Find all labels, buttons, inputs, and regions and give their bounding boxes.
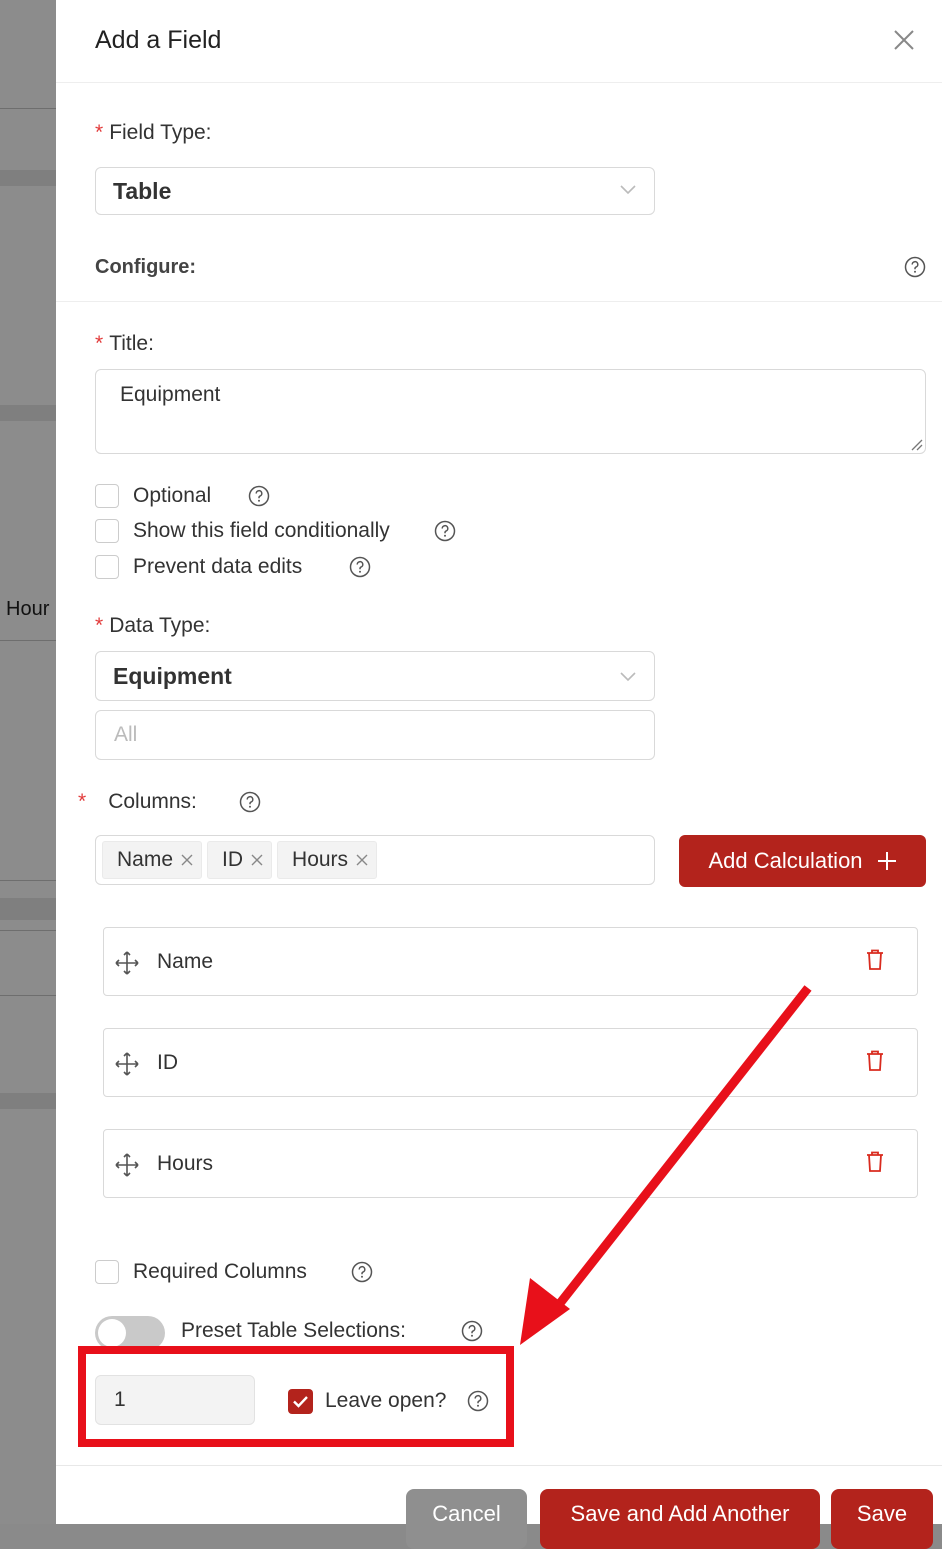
background-column-header: Hour xyxy=(6,598,50,620)
columns-label: * Columns: xyxy=(78,790,197,813)
show-conditionally-checkbox[interactable] xyxy=(95,519,119,543)
preset-table-selections-label: Preset Table Selections: xyxy=(181,1319,406,1342)
remove-tag-icon[interactable] xyxy=(181,854,193,866)
title-label: * Title: xyxy=(95,332,154,355)
drawer-title: Add a Field xyxy=(95,26,222,54)
save-button[interactable]: Save xyxy=(831,1489,933,1549)
background-block xyxy=(0,1093,56,1109)
add-calculation-label: Add Calculation xyxy=(708,848,863,873)
required-marker: * xyxy=(95,121,104,144)
drawer-header: Add a Field xyxy=(56,0,942,83)
column-tag-label: Hours xyxy=(292,848,349,871)
annotation-arrow-icon xyxy=(520,985,812,1345)
background-divider xyxy=(0,108,56,109)
show-conditionally-label: Show this field conditionally xyxy=(133,519,390,542)
close-icon[interactable] xyxy=(892,28,916,52)
column-tag: Name xyxy=(102,841,203,879)
required-marker: * xyxy=(78,790,87,813)
background-block xyxy=(0,170,56,186)
add-calculation-button[interactable]: Add Calculation xyxy=(679,835,926,887)
move-handle-icon[interactable] xyxy=(114,950,140,976)
prevent-edits-checkbox[interactable] xyxy=(95,555,119,579)
annotation-highlight-box xyxy=(78,1346,514,1447)
column-item-label: Name xyxy=(157,950,214,973)
background-divider xyxy=(0,640,56,641)
required-columns-label: Required Columns xyxy=(133,1260,307,1283)
trash-icon[interactable] xyxy=(864,1150,886,1174)
optional-label: Optional xyxy=(133,484,212,507)
title-value: Equipment xyxy=(120,383,221,406)
field-type-select[interactable]: Table xyxy=(95,167,655,215)
column-tag-label: Name xyxy=(117,848,174,871)
background-divider xyxy=(0,930,56,931)
chevron-down-icon xyxy=(620,185,636,195)
help-icon[interactable] xyxy=(461,1320,483,1342)
remove-tag-icon[interactable] xyxy=(251,854,263,866)
save-and-add-another-button[interactable]: Save and Add Another xyxy=(540,1489,820,1549)
background-block xyxy=(0,898,56,920)
column-item-label: ID xyxy=(157,1051,178,1074)
columns-multiselect[interactable]: Name ID Hours xyxy=(95,835,655,885)
required-marker: * xyxy=(95,614,104,637)
data-type-filter-input[interactable] xyxy=(96,711,654,759)
required-columns-row: Required Columns xyxy=(95,1259,307,1285)
column-tag: ID xyxy=(207,841,273,879)
background-divider xyxy=(0,880,56,881)
background-block xyxy=(0,405,56,421)
help-icon[interactable] xyxy=(239,791,261,813)
cancel-button[interactable]: Cancel xyxy=(406,1489,527,1549)
preset-table-selections-toggle[interactable] xyxy=(95,1316,165,1350)
help-icon[interactable] xyxy=(351,1261,373,1283)
prevent-edits-row: Prevent data edits xyxy=(95,554,302,580)
optional-row: Optional xyxy=(95,483,211,509)
footer-divider xyxy=(56,1465,942,1466)
column-tag: Hours xyxy=(277,841,378,879)
help-icon[interactable] xyxy=(434,520,456,542)
remove-tag-icon[interactable] xyxy=(356,854,368,866)
resize-handle-icon[interactable] xyxy=(909,437,923,451)
optional-checkbox[interactable] xyxy=(95,484,119,508)
prevent-edits-label: Prevent data edits xyxy=(133,555,303,578)
background-page xyxy=(0,0,56,1524)
move-handle-icon[interactable] xyxy=(114,1051,140,1077)
help-icon[interactable] xyxy=(904,256,926,278)
column-tag-label: ID xyxy=(222,848,244,871)
title-textarea[interactable]: Equipment xyxy=(95,369,926,454)
field-type-value: Table xyxy=(113,178,172,204)
divider xyxy=(56,301,942,302)
trash-icon[interactable] xyxy=(864,1049,886,1073)
help-icon[interactable] xyxy=(349,556,371,578)
move-handle-icon[interactable] xyxy=(114,1152,140,1178)
field-type-label: * Field Type: xyxy=(95,121,212,144)
data-type-label: * Data Type: xyxy=(95,614,211,637)
data-type-filter-input-wrap xyxy=(95,710,655,760)
configure-heading: Configure: xyxy=(95,256,197,278)
trash-icon[interactable] xyxy=(864,948,886,972)
show-conditionally-row: Show this field conditionally xyxy=(95,518,390,544)
help-icon[interactable] xyxy=(248,485,270,507)
data-type-select[interactable]: Equipment xyxy=(95,651,655,701)
plus-icon xyxy=(877,852,896,870)
required-columns-checkbox[interactable] xyxy=(95,1260,119,1284)
background-divider xyxy=(0,995,56,996)
required-marker: * xyxy=(95,332,104,355)
data-type-value: Equipment xyxy=(113,663,232,689)
toggle-knob xyxy=(98,1319,126,1347)
column-item-label: Hours xyxy=(157,1152,214,1175)
chevron-down-icon xyxy=(620,672,636,682)
